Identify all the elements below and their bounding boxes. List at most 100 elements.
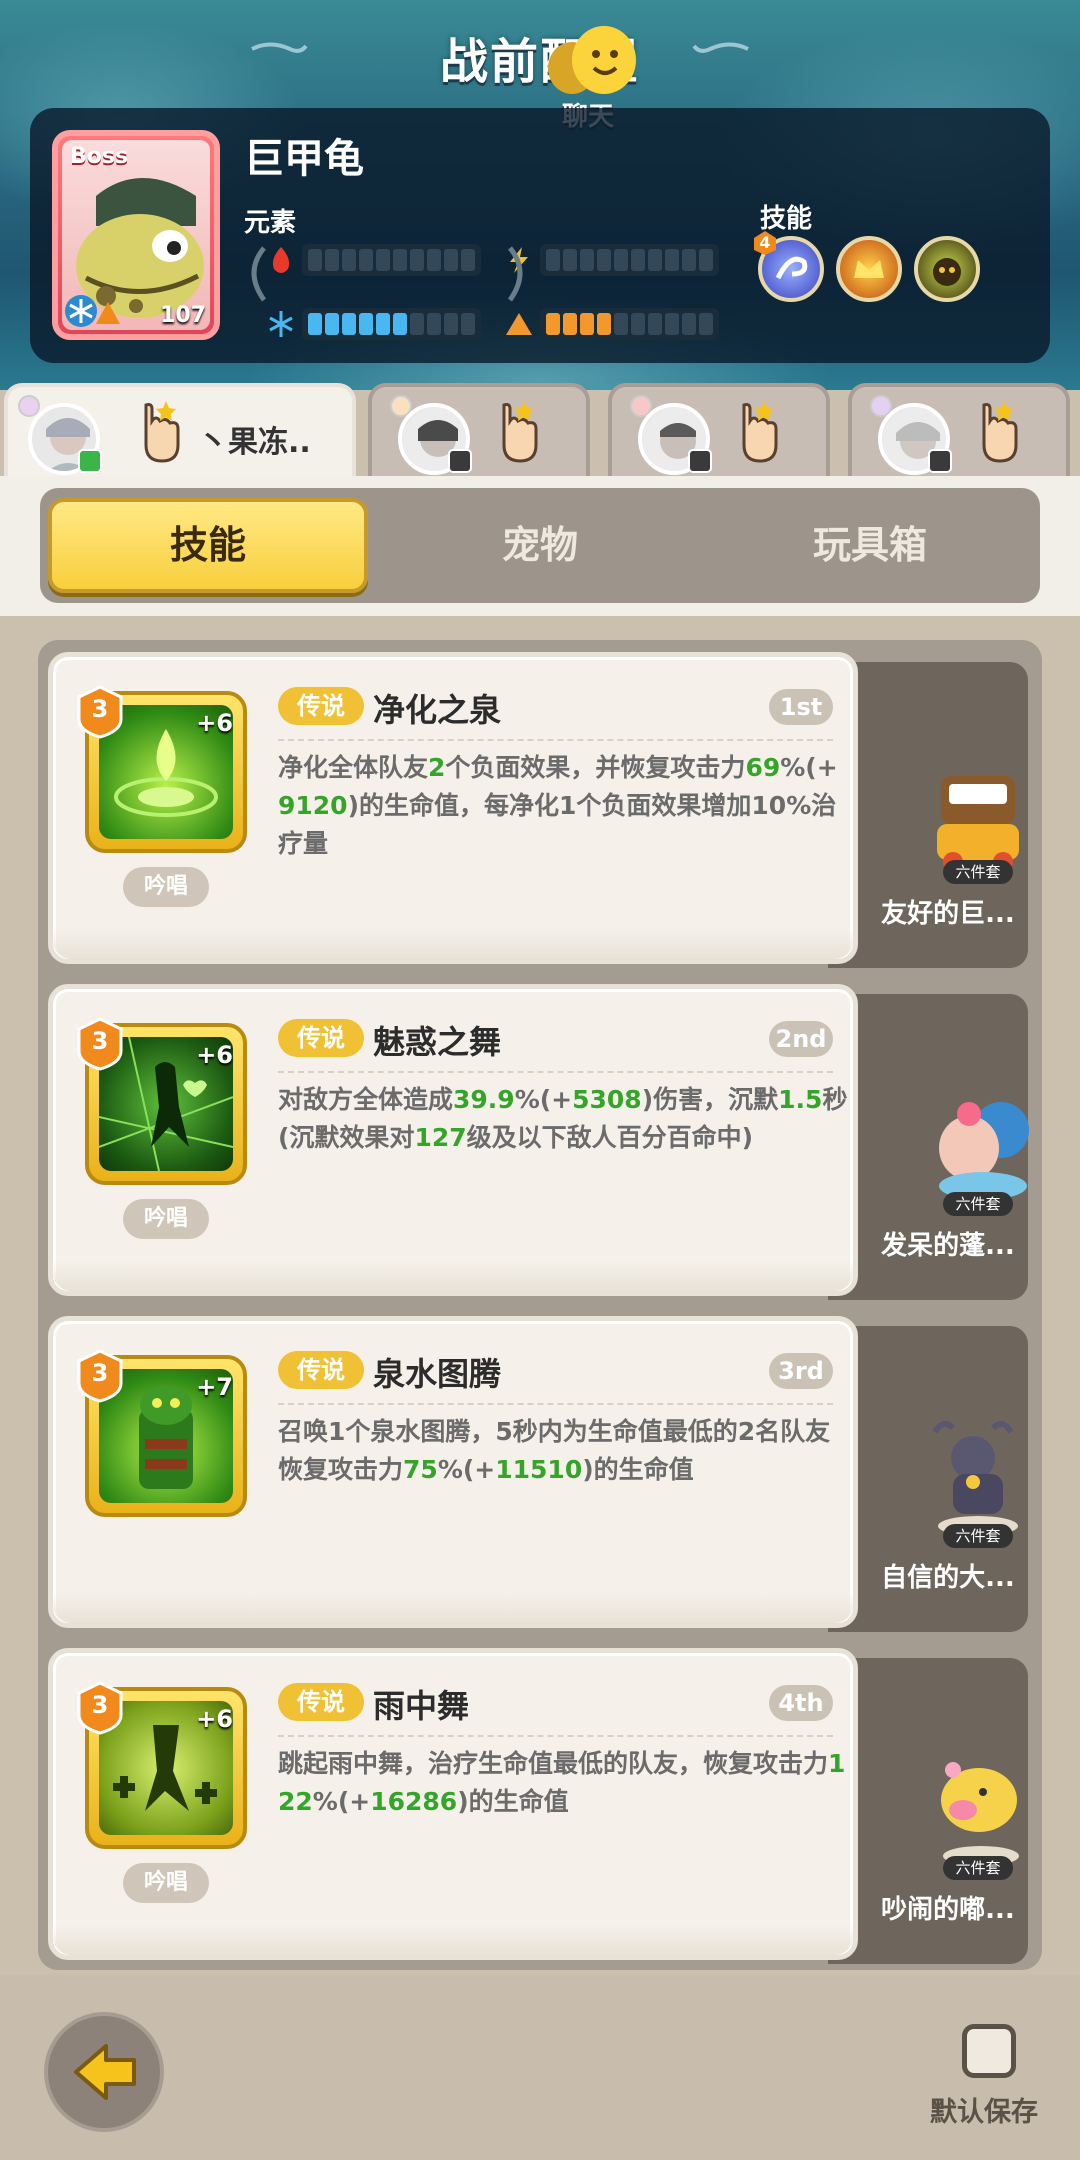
player-tab-2[interactable]	[368, 383, 590, 478]
chat-button[interactable]: 聊天	[528, 22, 648, 132]
skill-card[interactable]: 六件套 自信的大... 3 +7 传说 泉水图腾 3rd 召唤1个泉水图腾，5秒…	[48, 1316, 1028, 1632]
pet-name: 吵闹的嘟...	[881, 1895, 1015, 1925]
divider	[278, 1403, 833, 1405]
skill-card-body: 3 +6 吟唱 传说 魅惑之舞 2nd 对敌方全体造成39.9%(+5308)伤…	[48, 984, 858, 1296]
chant-button[interactable]: 吟唱	[123, 1199, 209, 1239]
skill-description: 对敌方全体造成39.9%(+5308)伤害，沉默1.5秒(沉默效果对127级及以…	[278, 1081, 848, 1157]
bar-segment	[597, 249, 611, 271]
boss-name: 巨甲龟	[244, 136, 364, 182]
rarity-badge: 传说	[278, 1351, 364, 1389]
lightning-bar-track	[540, 244, 719, 276]
bar-segment	[580, 249, 594, 271]
player-tab-1[interactable]: 丶果冻..	[4, 383, 356, 478]
skill-level: 3	[91, 1691, 109, 1719]
bar-segment	[614, 249, 628, 271]
skill-level: 3	[91, 695, 109, 723]
pet-panel[interactable]: 六件套 发呆的蓬...	[828, 994, 1029, 1300]
skill-plus: +6	[196, 709, 233, 737]
skill-level: 3	[91, 1027, 109, 1055]
tab-skills[interactable]: 技能	[48, 498, 368, 593]
bar-segment	[699, 249, 713, 271]
skill-icon-frame: 3 +7	[77, 1349, 247, 1517]
tab-toybox[interactable]: 玩具箱	[710, 498, 1030, 593]
skill-description: 净化全体队友2个负面效果，并恢复攻击力69%(+ 9120)的生命值，每净化1个负…	[278, 749, 848, 863]
monster-skill-icon	[933, 258, 961, 286]
divider	[278, 739, 833, 741]
highlight-value: 9120	[278, 791, 348, 820]
boss-portrait[interactable]: Boss 107	[52, 130, 220, 340]
highlight-value: 127	[414, 1123, 467, 1152]
ice-element-icon	[65, 295, 97, 327]
bar-segment	[699, 313, 713, 335]
boss-info-panel: Boss 107 巨甲龟 元素 技能 4	[30, 108, 1050, 363]
skill-plus: +6	[196, 1041, 233, 1069]
pet-bird-icon	[941, 1762, 1019, 1866]
order-badge: 2nd	[769, 1021, 833, 1057]
chant-button[interactable]: 吟唱	[123, 867, 209, 907]
crown-skill-icon	[854, 260, 884, 278]
highlight-value: 69	[745, 753, 781, 782]
skill-level: 3	[91, 1359, 109, 1387]
element-icon	[630, 395, 652, 417]
description-text: )伤害，沉默	[641, 1085, 779, 1114]
description-text: )的生命值，每净化1个负面效果增加10%治疗量	[278, 791, 837, 858]
skill-name: 雨中舞	[373, 1687, 470, 1725]
element-cycle-arrows	[251, 246, 523, 302]
bar-segment	[682, 313, 696, 335]
player-tab-4[interactable]	[848, 383, 1070, 478]
pet-sheep-icon	[939, 1102, 1029, 1200]
skill-card[interactable]: 六件套 发呆的蓬... 3 +6 吟唱 传说 魅惑之舞 2nd 对敌方全体造成3…	[48, 984, 1029, 1300]
pet-name: 发呆的蓬...	[881, 1231, 1015, 1261]
description-text: %(+	[780, 753, 838, 782]
pet-panel[interactable]: 六件套 自信的大...	[828, 1326, 1028, 1632]
status-badge	[928, 449, 952, 473]
chant-button[interactable]: 吟唱	[123, 1863, 209, 1903]
pet-panel[interactable]: 六件套 友好的巨...	[828, 662, 1028, 968]
skill-card[interactable]: 六件套 吵闹的嘟... 3 +6 吟唱 传说 雨中舞 4th 跳起雨中舞，治疗生…	[48, 1648, 1028, 1964]
skill-description: 跳起雨中舞，治疗生命值最低的队友，恢复攻击力122%(+16286)的生命值	[278, 1745, 848, 1821]
skill-name: 泉水图腾	[373, 1355, 502, 1393]
skill-description: 召唤1个泉水图腾，5秒内为生命值最低的2名队友恢复攻击力75%(+11510)的…	[278, 1413, 848, 1489]
order-badge: 4th	[769, 1685, 833, 1721]
skill-icon-frame: 3 +6	[77, 685, 247, 853]
pet-goat-icon	[932, 1420, 1018, 1536]
bar-segment	[546, 249, 560, 271]
player-name: 丶果冻..	[198, 425, 311, 460]
boss-tag: Boss	[70, 144, 129, 169]
bar-segment	[563, 313, 577, 335]
status-badge	[688, 449, 712, 473]
bar-segment	[580, 313, 594, 335]
highlight-value: 39.9	[453, 1085, 515, 1114]
element-icon	[870, 395, 892, 417]
default-save-checkbox[interactable]	[962, 2024, 1016, 2078]
divider	[278, 1735, 833, 1737]
bar-segment	[546, 313, 560, 335]
status-badge	[448, 449, 472, 473]
status-badge	[78, 449, 102, 473]
order-badge: 1st	[769, 689, 833, 725]
skill-card-body: 3 +6 吟唱 传说 雨中舞 4th 跳起雨中舞，治疗生命值最低的队友，恢复攻击…	[48, 1648, 858, 1960]
highlight-value: 75	[403, 1455, 438, 1484]
skill-count-text: 4	[759, 233, 771, 252]
boss-skill-3[interactable]	[914, 236, 980, 302]
description-text: 跳起雨中舞，治疗生命值最低的队友，恢复攻击力	[278, 1749, 829, 1778]
highlight-value: 2	[428, 753, 446, 782]
description-text: %(+	[437, 1455, 496, 1484]
bar-segment	[665, 313, 679, 335]
skill-card[interactable]: 六件套 友好的巨... 3 +6 吟唱 传说 净化之泉 1st 净化全体队友2个…	[48, 652, 1028, 968]
pet-panel[interactable]: 六件套 吵闹的嘟...	[828, 1658, 1028, 1964]
description-text: 级及以下敌人百分百命中)	[466, 1123, 754, 1152]
skill-name: 魅惑之舞	[373, 1023, 502, 1061]
skill-card-body: 3 +6 吟唱 传说 净化之泉 1st 净化全体队友2个负面效果，并恢复攻击力6…	[48, 652, 858, 964]
bar-segment	[597, 313, 611, 335]
back-button[interactable]	[44, 2012, 164, 2132]
bar-segment	[648, 249, 662, 271]
player-tab-3[interactable]	[608, 383, 830, 478]
element-icon	[18, 395, 40, 417]
tab-pets[interactable]: 宠物	[380, 498, 700, 593]
battle-scene: 战前配置 聊天 Boss	[0, 0, 1080, 390]
skill-plus: +7	[196, 1373, 233, 1401]
boss-skill-2[interactable]	[836, 236, 902, 302]
earth-bar-track	[540, 308, 719, 340]
highlight-value: 16286	[370, 1787, 458, 1816]
